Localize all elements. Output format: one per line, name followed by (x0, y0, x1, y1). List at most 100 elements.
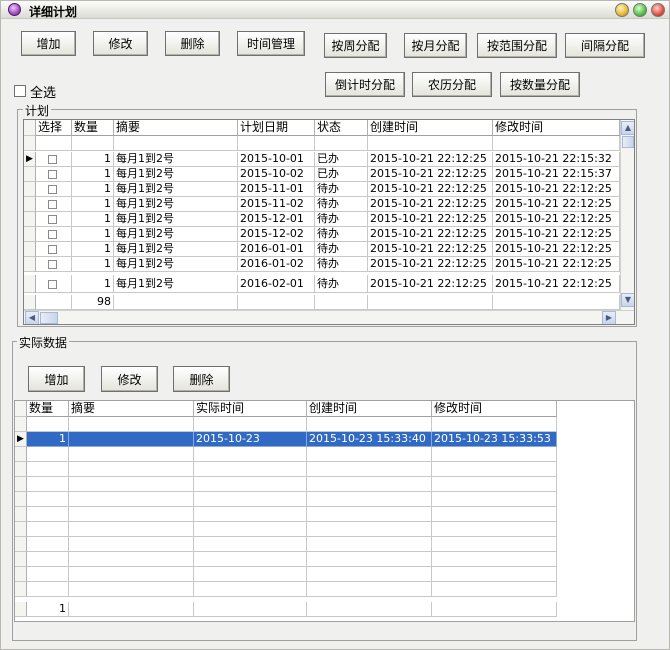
table-cell[interactable]: 1 (72, 167, 114, 182)
row-checkbox[interactable] (48, 170, 57, 179)
table-cell[interactable]: 1 (72, 197, 114, 212)
table-cell[interactable]: 每月1到2号 (114, 227, 238, 242)
actual-delete-button[interactable]: 删除 (173, 366, 230, 392)
table-cell[interactable]: 2015-10-21 22:12:25 (493, 182, 620, 197)
column-header[interactable]: 创建时间 (368, 120, 493, 136)
plan-vscroll-thumb[interactable] (622, 136, 634, 148)
range-assign-button[interactable]: 按范围分配 (477, 33, 557, 58)
table-cell[interactable]: 2015-10-21 22:12:25 (368, 182, 493, 197)
column-header[interactable]: 摘要 (114, 120, 238, 136)
table-cell[interactable]: 2015-10-21 22:12:25 (493, 212, 620, 227)
table-cell[interactable]: 1 (72, 275, 114, 293)
select-cell[interactable] (36, 227, 72, 242)
table-cell[interactable]: 1 (72, 257, 114, 272)
table-cell[interactable]: 2015-10-21 22:12:25 (368, 275, 493, 293)
row-indicator[interactable] (24, 167, 36, 182)
empty-cell[interactable] (368, 136, 493, 151)
column-header[interactable]: 修改时间 (432, 401, 557, 417)
table-cell[interactable]: 每月1到2号 (114, 182, 238, 197)
table-cell[interactable]: 2015-10-23 (194, 432, 307, 447)
table-cell[interactable]: 2015-10-21 22:12:25 (368, 212, 493, 227)
weekly-assign-button[interactable]: 按周分配 (324, 33, 387, 58)
row-checkbox[interactable] (48, 185, 57, 194)
table-cell[interactable]: 每月1到2号 (114, 167, 238, 182)
lunar-assign-button[interactable]: 农历分配 (412, 72, 492, 97)
table-cell[interactable]: 2015-10-21 22:12:25 (493, 227, 620, 242)
empty-cell[interactable] (114, 136, 238, 151)
table-cell[interactable]: 每月1到2号 (114, 197, 238, 212)
row-indicator[interactable] (24, 182, 36, 197)
monthly-assign-button[interactable]: 按月分配 (404, 33, 467, 58)
time-manage-button[interactable]: 时间管理 (237, 31, 305, 56)
row-indicator[interactable]: ▶ (24, 152, 36, 167)
row-indicator[interactable] (24, 275, 36, 293)
row-indicator[interactable] (24, 197, 36, 212)
edit-button[interactable]: 修改 (93, 31, 148, 56)
table-cell[interactable]: 每月1到2号 (114, 257, 238, 272)
empty-cell[interactable] (194, 417, 307, 432)
scroll-down-icon[interactable]: ▼ (621, 293, 634, 307)
table-cell[interactable]: 1 (72, 242, 114, 257)
empty-cell[interactable] (493, 136, 620, 151)
column-header[interactable]: 数量 (27, 401, 69, 417)
table-cell[interactable]: 2015-10-21 22:12:25 (493, 257, 620, 272)
table-cell[interactable]: 2015-11-01 (238, 182, 315, 197)
row-indicator[interactable] (24, 257, 36, 272)
select-cell[interactable] (36, 167, 72, 182)
scroll-up-icon[interactable]: ▲ (621, 121, 634, 135)
column-header[interactable]: 摘要 (69, 401, 194, 417)
row-checkbox[interactable] (48, 260, 57, 269)
column-header[interactable]: 选择 (36, 120, 72, 136)
table-cell[interactable]: 2015-10-21 22:15:37 (493, 167, 620, 182)
empty-cell[interactable] (72, 136, 114, 151)
table-cell[interactable]: 2015-10-21 22:12:25 (368, 257, 493, 272)
table-cell[interactable]: 每月1到2号 (114, 212, 238, 227)
table-cell[interactable]: 2015-12-02 (238, 227, 315, 242)
select-all-checkbox[interactable] (14, 85, 26, 97)
table-cell[interactable]: 已办 (315, 167, 368, 182)
column-header[interactable]: 计划日期 (238, 120, 315, 136)
select-cell[interactable] (36, 257, 72, 272)
column-header[interactable]: 实际时间 (194, 401, 307, 417)
select-cell[interactable] (36, 197, 72, 212)
select-cell[interactable] (36, 212, 72, 227)
table-cell[interactable]: 待办 (315, 197, 368, 212)
empty-cell[interactable] (27, 417, 69, 432)
table-cell[interactable]: 2016-01-01 (238, 242, 315, 257)
table-cell[interactable]: 2015-10-23 15:33:53 (432, 432, 557, 447)
empty-cell[interactable] (432, 417, 557, 432)
column-header[interactable]: 数量 (72, 120, 114, 136)
table-cell[interactable]: 2015-12-01 (238, 212, 315, 227)
table-cell[interactable]: 已办 (315, 152, 368, 167)
column-header[interactable]: 修改时间 (493, 120, 620, 136)
actual-add-button[interactable]: 增加 (28, 366, 85, 392)
scroll-right-icon[interactable]: ▶ (602, 311, 616, 324)
empty-cell[interactable] (69, 417, 194, 432)
table-cell[interactable]: 每月1到2号 (114, 152, 238, 167)
select-cell[interactable] (36, 275, 72, 293)
row-indicator[interactable] (24, 242, 36, 257)
row-checkbox[interactable] (48, 155, 57, 164)
minimize-button[interactable] (615, 3, 629, 17)
table-cell[interactable]: 2016-02-01 (238, 275, 315, 293)
empty-cell[interactable] (36, 136, 72, 151)
table-cell[interactable]: 1 (27, 432, 69, 447)
table-cell[interactable]: 2015-10-21 22:12:25 (493, 197, 620, 212)
interval-assign-button[interactable]: 间隔分配 (565, 33, 645, 58)
table-cell[interactable] (69, 432, 194, 447)
actual-edit-button[interactable]: 修改 (101, 366, 158, 392)
table-cell[interactable]: 每月1到2号 (114, 275, 238, 293)
table-cell[interactable]: 2016-01-02 (238, 257, 315, 272)
table-cell[interactable]: 待办 (315, 275, 368, 293)
table-cell[interactable]: 1 (72, 152, 114, 167)
table-row-selected[interactable]: 1 2015-10-23 2015-10-23 15:33:40 2015-10-23… (15, 432, 615, 447)
table-cell[interactable]: 待办 (315, 257, 368, 272)
quantity-assign-button[interactable]: 按数量分配 (500, 72, 580, 97)
table-cell[interactable]: 1 (72, 227, 114, 242)
table-cell[interactable]: 2015-10-21 22:12:25 (368, 197, 493, 212)
empty-cell[interactable] (315, 136, 368, 151)
table-cell[interactable]: 2015-10-21 22:12:25 (368, 152, 493, 167)
column-header[interactable]: 状态 (315, 120, 368, 136)
table-cell[interactable]: 待办 (315, 182, 368, 197)
maximize-button[interactable] (633, 3, 647, 17)
